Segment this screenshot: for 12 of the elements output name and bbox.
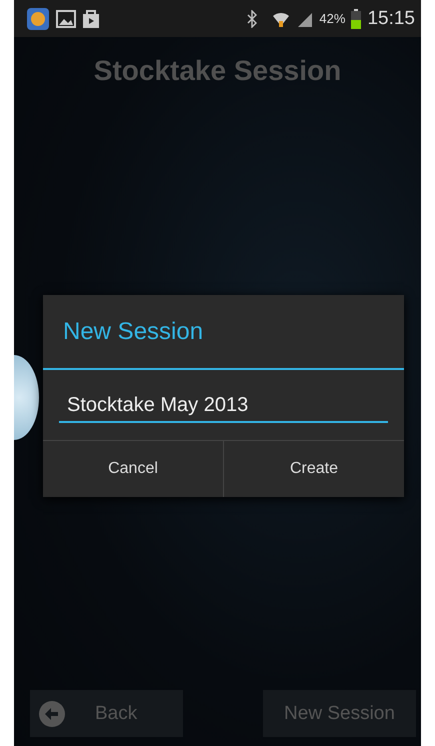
image-icon bbox=[56, 10, 76, 28]
dialog-button[interactable]: Cancel bbox=[43, 441, 223, 497]
bluetooth-icon bbox=[247, 10, 258, 28]
screen-title: Stocktake Session bbox=[92, 55, 342, 87]
battery-percentage: 42% bbox=[319, 11, 346, 26]
shopping-bag-icon bbox=[82, 8, 100, 28]
dialog-title: New Session bbox=[43, 295, 404, 370]
battery-icon bbox=[351, 8, 362, 28]
clock: 15:15 bbox=[367, 8, 415, 30]
dialog-button[interactable]: Create bbox=[223, 441, 404, 497]
app-icon bbox=[26, 6, 50, 30]
session-name-field[interactable]: Stocktake May 2013 bbox=[59, 392, 388, 423]
